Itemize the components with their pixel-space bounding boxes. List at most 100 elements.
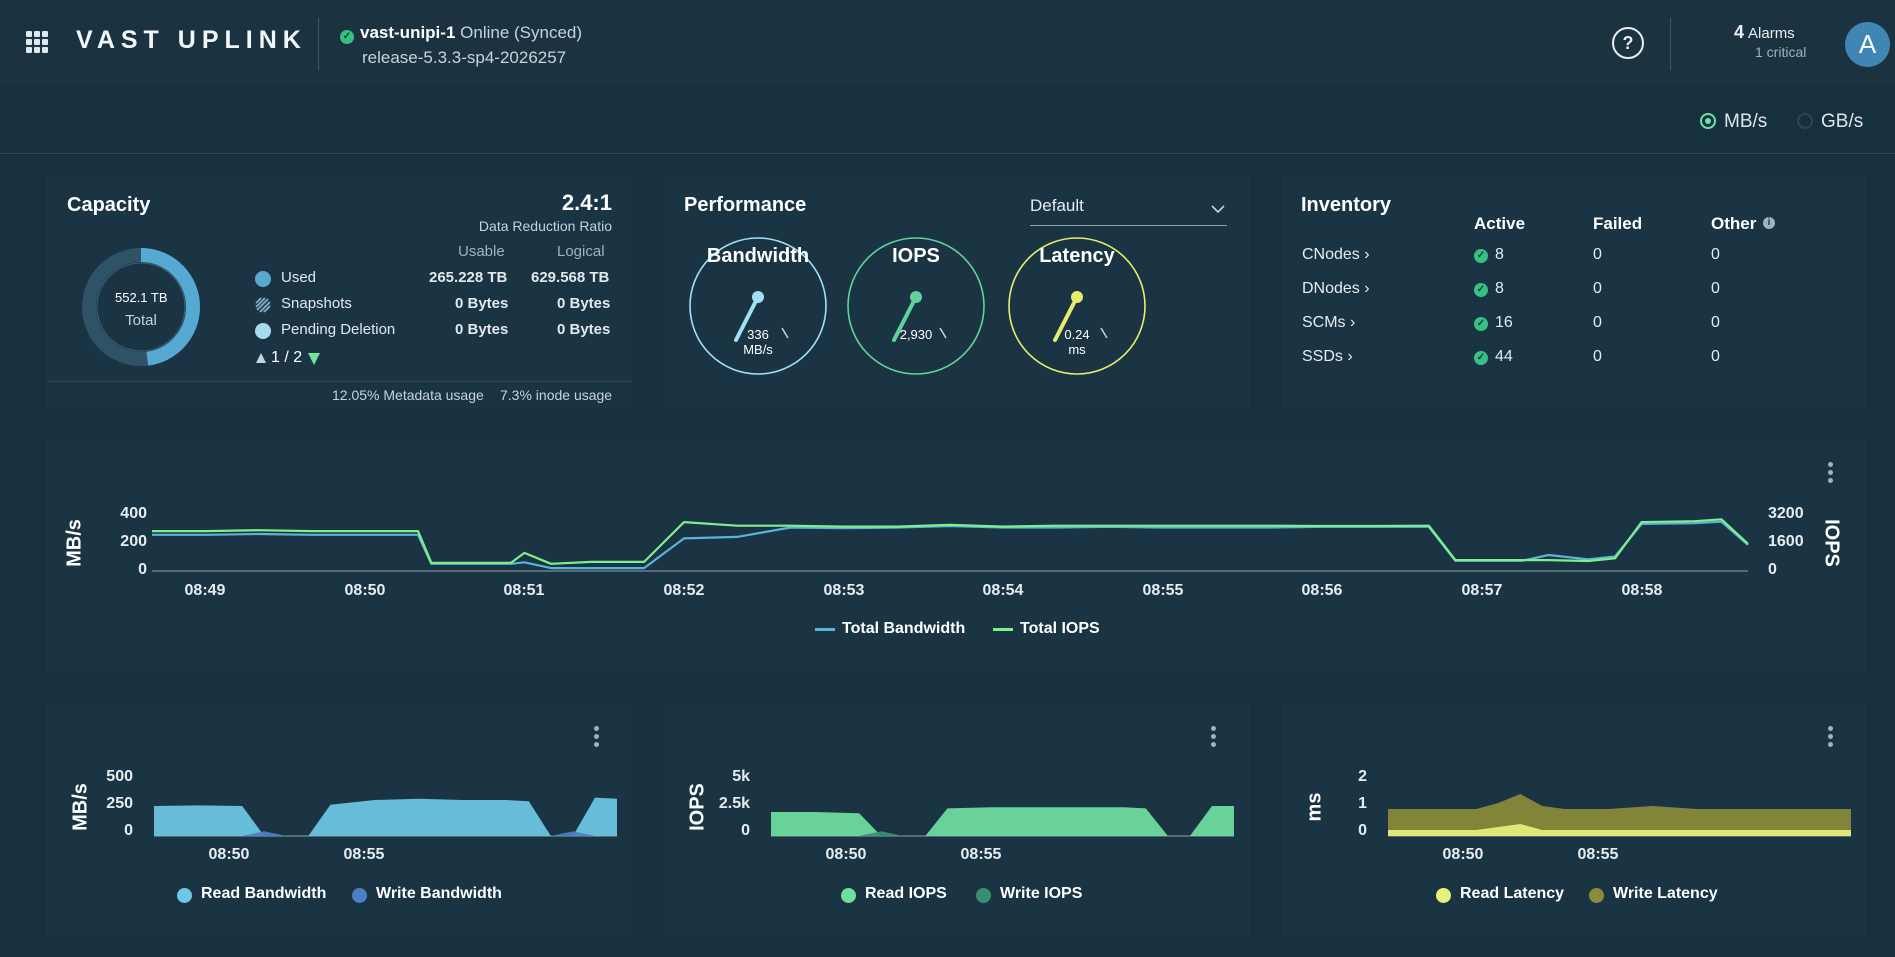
series-area-write-latency xyxy=(1388,794,1851,836)
legend-item[interactable]: Read Bandwidth xyxy=(201,885,326,903)
main-xtick: 08:54 xyxy=(982,582,1024,599)
page-up-icon[interactable] xyxy=(255,352,267,364)
main-xtick: 08:57 xyxy=(1461,582,1503,599)
avatar[interactable]: A xyxy=(1845,22,1890,67)
header-divider xyxy=(1670,18,1671,70)
bandwidth-iops-card: MB/s IOPS 400 200 0 3200 1600 0 08:49 08:… xyxy=(47,440,1866,672)
legend-swatch xyxy=(1589,888,1604,903)
release-version: release-5.3.3-sp4-2026257 xyxy=(362,48,567,67)
gauge-unit: ms xyxy=(1068,342,1086,357)
legend-swatch xyxy=(976,888,991,903)
unit-option-gbs[interactable]: GB/s xyxy=(1797,111,1863,133)
inventory-other: 0 xyxy=(1711,348,1720,365)
row-pending-logical: 0 Bytes xyxy=(557,321,611,338)
inventory-active: 44 xyxy=(1495,348,1513,365)
gauge-value: 336 xyxy=(747,327,769,342)
small-chart-card: MB/s 500 250 0 08:50 08:55 Read Bandwidth Write… xyxy=(47,704,632,936)
inventory-row-link[interactable]: SCMs › xyxy=(1302,314,1355,332)
inventory-other: 0 xyxy=(1711,314,1720,331)
gauge-0: Bandwidth 336 MB/s xyxy=(688,236,828,376)
small-chart-plot[interactable] xyxy=(664,704,1249,936)
unit-option-mbs[interactable]: MB/s xyxy=(1700,111,1767,133)
inventory-other: 0 xyxy=(1711,246,1720,263)
capacity-title: Capacity xyxy=(67,194,151,216)
small-chart-plot[interactable] xyxy=(47,704,632,936)
small-xtick: 08:55 xyxy=(343,846,385,863)
legend-item[interactable]: Write Bandwidth xyxy=(376,885,502,903)
capacity-footer-divider xyxy=(47,381,632,382)
drr-value: 2.4:1 xyxy=(561,190,612,215)
main-xtick: 08:50 xyxy=(344,582,386,599)
inv-header-active: Active xyxy=(1474,214,1526,233)
row-pending-label: Pending Deletion xyxy=(281,321,396,338)
small-chart-plot[interactable] xyxy=(1281,704,1866,936)
app-grid-icon[interactable] xyxy=(26,31,48,53)
capacity-pager: 1 / 2 xyxy=(271,349,303,366)
row-used-logical: 629.568 TB xyxy=(531,269,610,286)
legend-total-iops[interactable]: Total IOPS xyxy=(1020,620,1100,638)
alarm-label: Alarms xyxy=(1748,25,1795,42)
info-icon[interactable]: i xyxy=(1763,217,1775,229)
inventory-active: 16 xyxy=(1495,314,1513,331)
inventory-failed: 0 xyxy=(1593,280,1602,297)
inode-usage: 7.3% inode usage xyxy=(500,387,613,403)
check-icon: ✓ xyxy=(1474,351,1488,365)
check-icon: ✓ xyxy=(1474,249,1488,263)
legend-bandwidth-swatch xyxy=(815,628,835,631)
legend-iops-swatch xyxy=(993,628,1013,631)
section-divider xyxy=(0,153,1895,154)
logo: VAST UPLINK xyxy=(76,26,307,54)
capacity-total-value: 552.1 TB xyxy=(115,290,168,305)
legend-item[interactable]: Write IOPS xyxy=(1000,885,1082,903)
main-xtick: 08:55 xyxy=(1142,582,1184,599)
legend-item[interactable]: Read IOPS xyxy=(865,885,947,903)
help-icon[interactable]: ? xyxy=(1612,27,1644,59)
performance-dropdown[interactable]: Default xyxy=(1030,192,1227,226)
inventory-failed: 0 xyxy=(1593,348,1602,365)
capacity-total-label: Total xyxy=(125,312,157,329)
gauge-unit: MB/s xyxy=(743,342,773,357)
gauge-value: 0.24 xyxy=(1064,327,1090,342)
inventory-row-link[interactable]: DNodes › xyxy=(1302,280,1370,298)
small-xtick: 08:50 xyxy=(1442,846,1484,863)
small-xtick: 08:50 xyxy=(208,846,250,863)
pending-swatch xyxy=(255,323,271,339)
gauge-label: IOPS xyxy=(892,245,940,267)
legend-item[interactable]: Read Latency xyxy=(1460,885,1564,903)
alarm-count: 4 xyxy=(1734,22,1745,42)
row-used-label: Used xyxy=(281,269,317,286)
used-swatch xyxy=(255,271,271,287)
main-xtick: 08:56 xyxy=(1301,582,1343,599)
small-xtick: 08:55 xyxy=(960,846,1002,863)
legend-total-bandwidth[interactable]: Total Bandwidth xyxy=(842,620,965,638)
chevron-down-icon xyxy=(1211,205,1225,214)
system-name: vast-unipi-1 xyxy=(360,23,456,42)
legend-swatch xyxy=(841,888,856,903)
inventory-row-link[interactable]: CNodes › xyxy=(1302,246,1370,264)
main-xtick: 08:53 xyxy=(823,582,865,599)
small-xtick: 08:50 xyxy=(825,846,867,863)
gauge-label: Bandwidth xyxy=(706,245,810,267)
gauge-value: 2,930 xyxy=(899,327,933,342)
legend-swatch xyxy=(1436,888,1451,903)
snapshots-swatch xyxy=(255,297,271,313)
inventory-row-link[interactable]: SSDs › xyxy=(1302,348,1353,366)
radio-icon xyxy=(1797,113,1813,129)
system-state: Online (Synced) xyxy=(460,23,583,42)
radio-selected-icon xyxy=(1700,113,1716,129)
performance-card: Performance Default Bandwidth 336 MB/s IOPS… xyxy=(664,176,1249,408)
inventory-failed: 0 xyxy=(1593,246,1602,263)
inventory-card: Inventory Active Failed Other i CNodes ›… xyxy=(1281,176,1866,408)
inventory-active: 8 xyxy=(1495,280,1504,297)
row-snapshots-logical: 0 Bytes xyxy=(557,295,611,312)
row-snapshots-usable: 0 Bytes xyxy=(455,295,509,312)
legend-item[interactable]: Write Latency xyxy=(1613,885,1718,903)
inventory-failed: 0 xyxy=(1593,314,1602,331)
small-xtick: 08:55 xyxy=(1577,846,1619,863)
legend-swatch xyxy=(352,888,367,903)
system-status[interactable]: ✓ vast-unipi-1 Online (Synced) release-5.… xyxy=(340,20,582,70)
gauge-1: IOPS 2,930 xyxy=(846,236,986,376)
metadata-usage: 12.05% Metadata usage xyxy=(332,387,484,403)
inv-header-failed: Failed xyxy=(1593,214,1643,233)
page-down-icon[interactable] xyxy=(307,352,321,366)
